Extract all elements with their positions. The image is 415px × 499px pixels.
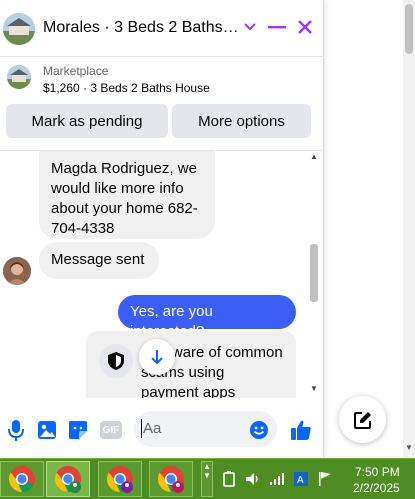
gif-label: GIF: [100, 421, 122, 439]
taskbar-chrome-profile-button[interactable]: [98, 461, 142, 497]
message-scrollbar[interactable]: ▲ ▼: [309, 150, 319, 398]
clock-time[interactable]: 7:50 PM: [355, 465, 400, 479]
language-icon[interactable]: A: [292, 470, 310, 488]
page-scrollbar[interactable]: ▼: [403, 0, 415, 458]
taskbar-overflow-button[interactable]: ▲ ▼: [201, 461, 213, 497]
minimize-icon[interactable]: [266, 16, 288, 38]
warning-line: payment apps: [141, 384, 236, 398]
chat-title[interactable]: Morales · 3 Beds 2 Baths H...: [43, 19, 241, 37]
message-line: Magda Rodriguez, we: [51, 160, 197, 177]
signal-icon[interactable]: [268, 470, 286, 488]
taskbar-chrome-profile-button[interactable]: [149, 461, 193, 497]
scroll-up-arrow[interactable]: ▲: [309, 152, 319, 162]
compose-icon: [353, 411, 371, 429]
photo-icon[interactable]: [36, 419, 58, 441]
more-options-button[interactable]: More options: [172, 104, 311, 138]
page-scroll-down-arrow[interactable]: ▼: [405, 444, 413, 452]
jump-to-latest-button[interactable]: [139, 339, 175, 375]
message-scrollbar-thumb[interactable]: [310, 244, 318, 302]
chat-header[interactable]: Morales · 3 Beds 2 Baths H...: [0, 0, 324, 56]
message-line: about your home 682-: [51, 200, 198, 217]
emoji-icon[interactable]: [248, 419, 270, 441]
chrome-icon: [106, 466, 133, 493]
chrome-icon: [54, 466, 81, 493]
marketplace-label: Marketplace: [43, 64, 109, 78]
sticker-icon[interactable]: [67, 419, 89, 441]
arrow-down-icon: [151, 350, 163, 365]
message-input-placeholder[interactable]: Aa: [143, 420, 161, 437]
chevron-down-icon[interactable]: [239, 16, 261, 38]
message-text: Message sent: [51, 251, 145, 268]
svg-text:A: A: [297, 475, 304, 486]
gif-icon[interactable]: GIF: [98, 419, 124, 441]
scroll-down-arrow[interactable]: ▼: [309, 384, 319, 394]
flag-icon[interactable]: [316, 470, 334, 488]
clock-date[interactable]: 2/2/2025: [353, 481, 400, 495]
message-bubble: Message sent: [39, 242, 159, 279]
message-bubble: Magda Rodriguez, we would like more info…: [39, 151, 215, 239]
microphone-icon[interactable]: [5, 419, 27, 441]
avatar[interactable]: [3, 257, 31, 285]
close-icon[interactable]: [294, 16, 316, 38]
listing-thumbnail-small: [7, 65, 31, 89]
page-scrollbar-thumb[interactable]: [405, 4, 413, 54]
chrome-icon: [8, 466, 35, 493]
outgoing-message-bubble: Yes, are you interested?: [118, 295, 296, 340]
chrome-icon: [157, 466, 184, 493]
new-message-button[interactable]: [339, 396, 386, 443]
volume-icon[interactable]: [244, 470, 262, 488]
listing-thumbnail: [3, 13, 35, 45]
message-line: 704-4338: [51, 220, 115, 237]
chat-window: Morales · 3 Beds 2 Baths H... Marketplac…: [0, 0, 324, 458]
text-caret: [141, 419, 142, 438]
taskbar-chrome-profile-button[interactable]: [46, 461, 90, 497]
power-icon[interactable]: [220, 470, 238, 488]
taskbar-chrome-button[interactable]: [0, 461, 44, 497]
shield-icon: [99, 344, 133, 378]
mark-as-pending-button[interactable]: Mark as pending: [6, 104, 168, 138]
like-icon[interactable]: [289, 419, 313, 441]
listing-summary[interactable]: $1,260 · 3 Beds 2 Baths House: [43, 81, 210, 95]
marketplace-banner: Marketplace $1,260 · 3 Beds 2 Baths Hous…: [0, 56, 324, 150]
message-line: would like more info: [51, 180, 184, 197]
